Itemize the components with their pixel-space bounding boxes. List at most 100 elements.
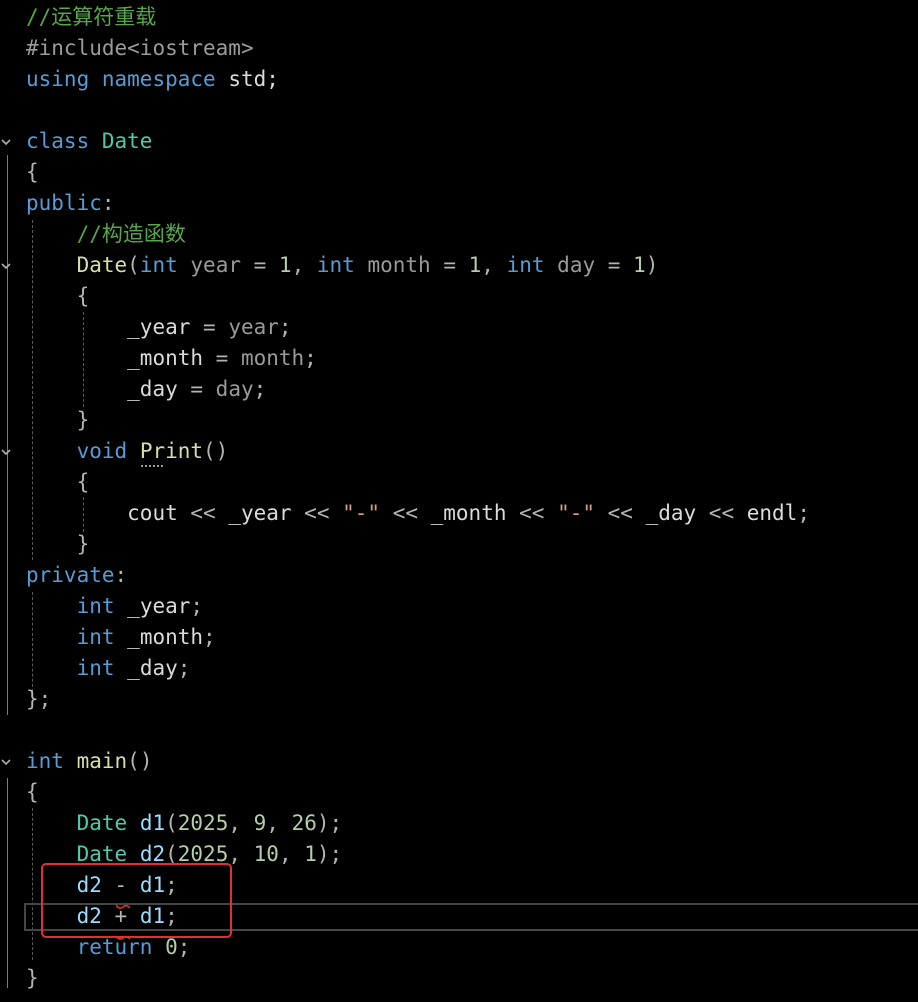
code-token: , [228,811,254,835]
code-token: << [177,501,229,525]
code-line[interactable]: Date(int year = 1, int month = 1, int da… [26,250,659,281]
code-token: int [76,594,115,618]
code-line[interactable]: _day = day; [26,374,266,405]
code-token: month [240,346,305,370]
code-line[interactable]: cout << _year << "-" << _month << "-" <<… [26,498,810,529]
code-token: year [228,315,279,339]
code-line[interactable]: //运算符重载 [26,2,156,33]
code-token: 9 [253,811,267,835]
code-token: } [26,687,39,711]
code-token: ; [203,625,216,649]
code-line[interactable]: int _year; [26,591,203,622]
code-token: int [506,253,545,277]
code-line[interactable]: { [26,467,90,498]
code-token: int [76,625,115,649]
code-line[interactable]: { [26,777,39,808]
code-line[interactable]: { [26,157,39,188]
code-token: _year [127,315,191,339]
code-token: //构造函数 [76,222,186,246]
code-token: "-" [342,501,381,525]
code-line[interactable]: int _day; [26,653,191,684]
code-line[interactable]: { [26,281,90,312]
code-line[interactable]: int main() [26,746,152,777]
indent-guide [7,778,8,988]
code-token: private [26,563,115,587]
code-token: _day [127,656,178,680]
code-token: class [26,129,90,153]
code-token: << [506,501,558,525]
code-token: = [203,346,241,370]
code-line[interactable]: int _month; [26,622,216,653]
code-token: _year [228,501,292,525]
code-token: day [557,253,596,277]
code-token: using [26,67,90,91]
code-token: d1 [139,811,166,835]
code-token: } [76,408,90,432]
code-token: } [26,966,39,990]
code-line[interactable]: private: [26,560,127,591]
code-line[interactable]: using namespace std; [26,64,279,95]
code-token: endl [746,501,798,525]
code-token: = [190,315,229,339]
code-line[interactable]: } [26,529,90,560]
code-line[interactable]: void Print() [26,436,229,467]
code-token: ; [304,346,317,370]
code-token: ( [127,253,140,277]
code-token: _day [127,377,178,401]
code-line[interactable]: Date d1(2025, 9, 26); [26,808,343,839]
code-token: 1 [304,842,317,866]
code-token: int [76,656,115,680]
code-token: = [240,253,279,277]
code-token: month [367,253,431,277]
code-line[interactable]: _month = month; [26,343,317,374]
code-line[interactable]: } [26,405,90,436]
highlight-box [41,863,232,938]
code-token: ; [38,687,52,711]
code-token: 1 [468,253,482,277]
code-line[interactable]: //构造函数 [26,219,186,250]
code-line[interactable]: }; [26,684,51,715]
code-token: ; [278,315,292,339]
code-token: 26 [291,811,317,835]
code-token: = [595,253,634,277]
chevron-down-icon[interactable] [0,756,12,768]
code-line[interactable]: class Date [26,126,152,157]
code-token: 0 [165,935,178,959]
chevron-down-icon[interactable] [0,446,12,458]
chevron-down-icon[interactable] [0,260,12,272]
code-token: 2025 [177,811,229,835]
code-token: 10 [253,842,279,866]
code-token: year [190,253,241,277]
code-token: << [291,501,343,525]
code-token: << [696,501,747,525]
chevron-down-icon[interactable] [0,136,12,148]
code-line[interactable]: } [26,963,39,994]
code-token: public [26,191,102,215]
code-editor[interactable]: //运算符重载 #include<iostream> using namespace… [0,0,918,1002]
code-line[interactable]: #include<iostream> [26,33,254,64]
code-token: cout [127,501,178,525]
code-token: ; [253,377,267,401]
suggestion-dots-icon [141,461,163,467]
code-line[interactable]: public: [26,188,115,219]
code-token: ; [177,656,191,680]
code-token: = [177,377,216,401]
code-line[interactable]: _year = year; [26,312,292,343]
